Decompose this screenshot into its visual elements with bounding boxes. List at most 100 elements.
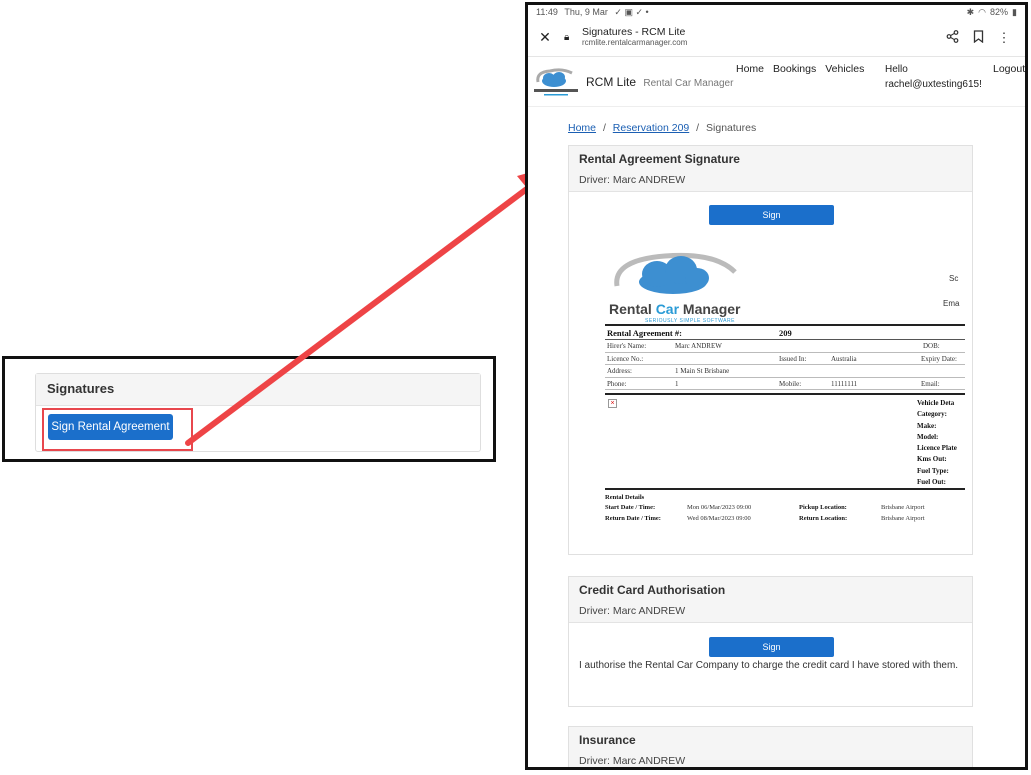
document-logo: Rental Car Manager SERIOUSLY SIMPLE SOFT… — [605, 246, 755, 326]
authorisation-text: I authorise the Rental Car Company to ch… — [579, 660, 959, 671]
breadcrumb: Home / Reservation 209 / Signatures — [568, 122, 756, 134]
sign-button[interactable]: Sign — [709, 637, 834, 657]
pickup-value: Brisbane Airport — [881, 504, 925, 511]
vehicle-labels: Vehicle Deta Category: Make: Model: Lice… — [917, 398, 957, 488]
licence-label: Licence No.: — [607, 354, 644, 363]
truncated-sc: Sc — [949, 274, 959, 283]
highlight-box: Sign Rental Agreement — [42, 408, 193, 451]
table-row: Licence No.: Issued In: Australia Expiry… — [605, 353, 965, 365]
start-value: Mon 06/Mar/2023 09:00 — [687, 504, 752, 511]
return-location-label: Return Location: — [799, 515, 848, 522]
table-row: Start Date / Time: Mon 06/Mar/2023 09:00… — [605, 504, 965, 515]
rental-details-section: Rental Details Start Date / Time: Mon 06… — [605, 494, 965, 526]
agreement-header-row: Rental Agreement #: 209 — [605, 326, 965, 340]
truncated-email: Ema — [943, 299, 960, 308]
insurance-card: Insurance Driver: Marc ANDREW — [568, 726, 973, 767]
start-label: Start Date / Time: — [605, 504, 656, 511]
bluetooth-icon: ✱ — [966, 7, 975, 17]
status-icons: ✓ ▣ ✓ • — [614, 7, 649, 17]
hirer-name: Marc ANDREW — [675, 342, 722, 350]
pickup-label: Pickup Location: — [799, 504, 847, 511]
card-title: Insurance — [579, 733, 636, 747]
address-value: 1 Main St Brisbane — [675, 367, 730, 375]
status-date: Thu, 9 Mar — [564, 7, 608, 17]
hello-label: Hello — [885, 64, 908, 75]
address-label: Address: — [607, 367, 632, 375]
sign-button[interactable]: Sign — [709, 205, 834, 225]
rental-agreement-document: Rental Car Manager SERIOUSLY SIMPLE SOFT… — [605, 246, 965, 494]
logout-link[interactable]: Logout — [993, 63, 1025, 75]
bookmark-icon[interactable] — [965, 29, 991, 46]
logo-word-3: Manager — [679, 301, 741, 317]
vehicle-label: Make: — [917, 421, 937, 430]
breadcrumb-separator: / — [602, 122, 606, 134]
wifi-icon: ◠ — [978, 7, 987, 17]
logo-word-1: Rental — [609, 301, 656, 317]
nav-home[interactable]: Home — [736, 63, 764, 75]
table-row: Phone: 1 Mobile: 11111111 Email: — [605, 378, 965, 390]
sign-rental-agreement-button[interactable]: Sign Rental Agreement — [48, 414, 173, 440]
user-greeting: Hello rachel@uxtesting615! — [885, 63, 982, 92]
issued-value: Australia — [831, 354, 857, 363]
browser-page-url[interactable]: rcmlite.rentalcarmanager.com — [582, 38, 939, 48]
card-title: Rental Agreement Signature — [579, 152, 740, 166]
broken-image-icon: × — [608, 399, 617, 408]
return-location-value: Brisbane Airport — [881, 515, 925, 522]
status-time: 11:49 — [536, 7, 558, 17]
rental-details-title: Rental Details — [605, 494, 645, 501]
vehicle-label: Vehicle Deta — [917, 399, 955, 407]
credit-card-authorisation-card: Credit Card Authorisation Driver: Marc A… — [568, 576, 973, 707]
vehicle-label: Fuel Out: — [917, 478, 946, 487]
vehicle-label: Licence Plate — [917, 444, 957, 453]
more-options-icon[interactable]: ⋮ — [991, 30, 1017, 46]
email-label: Email: — [921, 379, 940, 388]
card-driver: Driver: Marc ANDREW — [579, 174, 686, 186]
mobile-label: Mobile: — [779, 379, 802, 388]
zoom-callout: Signatures Sign Rental Agreement — [2, 356, 496, 462]
close-icon[interactable]: ✕ — [536, 29, 554, 46]
issued-label: Issued In: — [779, 354, 807, 363]
agreement-table: Rental Agreement #: 209 Hirer's Name: Ma… — [605, 324, 965, 390]
battery-level: 82% — [990, 7, 1009, 17]
breadcrumb-current: Signatures — [706, 122, 757, 134]
expiry-label: Expiry Date: — [921, 354, 957, 363]
rental-agreement-card: Rental Agreement Signature Driver: Marc … — [568, 145, 973, 555]
brand-subtitle: Rental Car Manager — [643, 77, 734, 89]
return-label: Return Date / Time: — [605, 515, 661, 522]
logo-wordmark: Rental Car Manager — [609, 301, 741, 317]
card-title: Credit Card Authorisation — [579, 583, 726, 597]
status-bar: 11:49 Thu, 9 Mar ✓ ▣ ✓ • ✱ ◠ 82% ▮ — [528, 5, 1025, 19]
signatures-panel: Signatures Sign Rental Agreement — [35, 373, 481, 452]
vehicle-details-box: × Vehicle Deta Category: Make: Model: Li… — [605, 393, 965, 490]
browser-url-bar: ✕ 🔒︎ Signatures - RCM Lite rcmlite.renta… — [528, 19, 1025, 57]
card-driver: Driver: Marc ANDREW — [579, 605, 686, 617]
vehicle-label: Kms Out: — [917, 455, 947, 464]
hirer-label: Hirer's Name: — [607, 342, 647, 350]
nav-bookings[interactable]: Bookings — [773, 63, 816, 75]
vehicle-label: Model: — [917, 432, 939, 441]
phone-label: Phone: — [607, 379, 627, 388]
card-driver: Driver: Marc ANDREW — [579, 755, 686, 767]
panel-title: Signatures — [36, 374, 480, 406]
breadcrumb-home[interactable]: Home — [568, 122, 596, 134]
lock-icon: 🔒︎ — [564, 32, 570, 43]
tablet-screenshot: 11:49 Thu, 9 Mar ✓ ▣ ✓ • ✱ ◠ 82% ▮ ✕ 🔒︎ … — [525, 2, 1028, 770]
mobile-value: 11111111 — [831, 379, 858, 388]
rcm-logo[interactable] — [532, 64, 580, 100]
table-row: Address: 1 Main St Brisbane — [605, 365, 965, 378]
share-icon[interactable] — [939, 29, 965, 46]
logo-word-2: Car — [655, 301, 680, 317]
battery-icon: ▮ — [1012, 7, 1017, 17]
breadcrumb-reservation[interactable]: Reservation 209 — [613, 122, 689, 134]
table-row: Return Date / Time: Wed 08/Mar/2023 09:0… — [605, 515, 965, 526]
brand-name[interactable]: RCM Lite — [586, 75, 636, 89]
user-email: rachel@uxtesting615! — [885, 78, 982, 90]
return-value: Wed 08/Mar/2023 09:00 — [687, 515, 751, 522]
nav-vehicles[interactable]: Vehicles — [825, 63, 864, 75]
table-row: Hirer's Name: Marc ANDREW DOB: — [605, 340, 965, 353]
phone-value: 1 — [675, 379, 679, 388]
agreement-label: Rental Agreement #: — [607, 328, 682, 338]
app-header: RCM Lite Rental Car Manager Home Booking… — [528, 57, 1025, 107]
breadcrumb-separator: / — [696, 122, 700, 134]
vehicle-label: Category: — [917, 410, 947, 419]
